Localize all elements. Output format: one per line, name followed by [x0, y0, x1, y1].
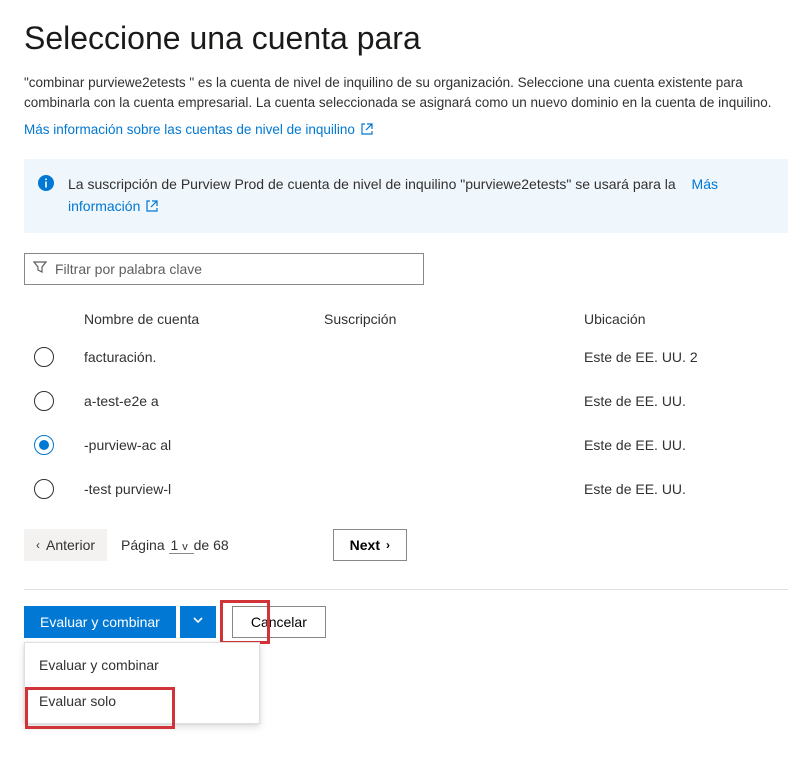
page-description: "combinar purviewe2etests " es la cuenta…	[24, 73, 788, 114]
table-row[interactable]: -test purview-lEste de EE. UU.	[24, 467, 788, 511]
filter-icon	[33, 260, 47, 277]
cell-name: -test purview-l	[84, 481, 324, 497]
prev-label: Anterior	[46, 537, 95, 553]
radio-select[interactable]	[34, 435, 54, 455]
split-caret-button[interactable]	[180, 606, 216, 638]
chevron-right-icon: ›	[386, 538, 390, 552]
chevron-down-icon	[192, 614, 204, 629]
chevron-down-icon: v	[182, 541, 188, 553]
split-button: Evaluar y combinar Evaluar y combinar Ev…	[24, 606, 216, 638]
table-row[interactable]: facturación.Este de EE. UU. 2	[24, 335, 788, 379]
col-name[interactable]: Nombre de cuenta	[84, 311, 324, 327]
info-message: La suscripción de Purview Prod de cuenta…	[24, 159, 788, 233]
page-total: 68	[213, 537, 229, 553]
radio-select[interactable]	[34, 347, 54, 367]
col-subscription[interactable]: Suscripción	[324, 311, 584, 327]
cell-name: a-test-e2e a	[84, 393, 324, 409]
page-label-mid: de	[194, 537, 210, 553]
menu-evaluate-combine[interactable]: Evaluar y combinar	[25, 647, 259, 683]
footer: Evaluar y combinar Evaluar y combinar Ev…	[24, 589, 788, 698]
page-select[interactable]: 1 v	[169, 537, 194, 554]
page-info: Página 1 v de 68	[121, 537, 229, 553]
table-header: Nombre de cuenta Suscripción Ubicación	[24, 303, 788, 335]
table-row[interactable]: -purview-ac alEste de EE. UU.	[24, 423, 788, 467]
cell-name: -purview-ac al	[84, 437, 324, 453]
filter-input[interactable]	[55, 261, 415, 277]
info-tenant: purviewe2etests	[465, 176, 566, 192]
page-current: 1	[171, 537, 179, 553]
cancel-button[interactable]: Cancelar	[232, 606, 326, 638]
tenant-name: purviewe2etests	[88, 75, 186, 90]
desc-pre: "combinar	[24, 75, 88, 90]
chevron-left-icon: ‹	[36, 538, 40, 552]
cell-location: Este de EE. UU.	[584, 393, 804, 409]
prev-button[interactable]: ‹ Anterior	[24, 529, 107, 561]
split-button-menu: Evaluar y combinar Evaluar solo	[24, 642, 260, 724]
evaluate-combine-button[interactable]: Evaluar y combinar	[24, 606, 176, 638]
table-row[interactable]: a-test-e2e aEste de EE. UU.	[24, 379, 788, 423]
cell-location: Este de EE. UU.	[584, 437, 804, 453]
radio-select[interactable]	[34, 391, 54, 411]
cell-location: Este de EE. UU. 2	[584, 349, 804, 365]
external-link-icon	[361, 121, 373, 141]
filter-box[interactable]	[24, 253, 424, 285]
info-text-post: " se usará para la	[566, 176, 675, 192]
external-link-icon	[146, 196, 158, 218]
learn-more-tenant-link[interactable]: Más información sobre las cuentas de niv…	[24, 122, 373, 137]
pagination: ‹ Anterior Página 1 v de 68 Next ›	[24, 529, 788, 589]
info-icon	[38, 175, 54, 191]
radio-select[interactable]	[34, 479, 54, 499]
learn-more-tenant-text: Más información sobre las cuentas de niv…	[24, 122, 355, 137]
accounts-table: Nombre de cuenta Suscripción Ubicación f…	[24, 303, 788, 511]
info-text-pre: La suscripción de Purview Prod de cuenta…	[68, 176, 465, 192]
cell-location: Este de EE. UU.	[584, 481, 804, 497]
next-button[interactable]: Next ›	[333, 529, 407, 561]
cell-name: facturación.	[84, 349, 324, 365]
menu-evaluate-only[interactable]: Evaluar solo	[25, 683, 259, 719]
col-location[interactable]: Ubicación	[584, 311, 804, 327]
page-label-pre: Página	[121, 537, 165, 553]
page-title: Seleccione una cuenta para	[24, 20, 788, 57]
next-label: Next	[350, 537, 380, 553]
